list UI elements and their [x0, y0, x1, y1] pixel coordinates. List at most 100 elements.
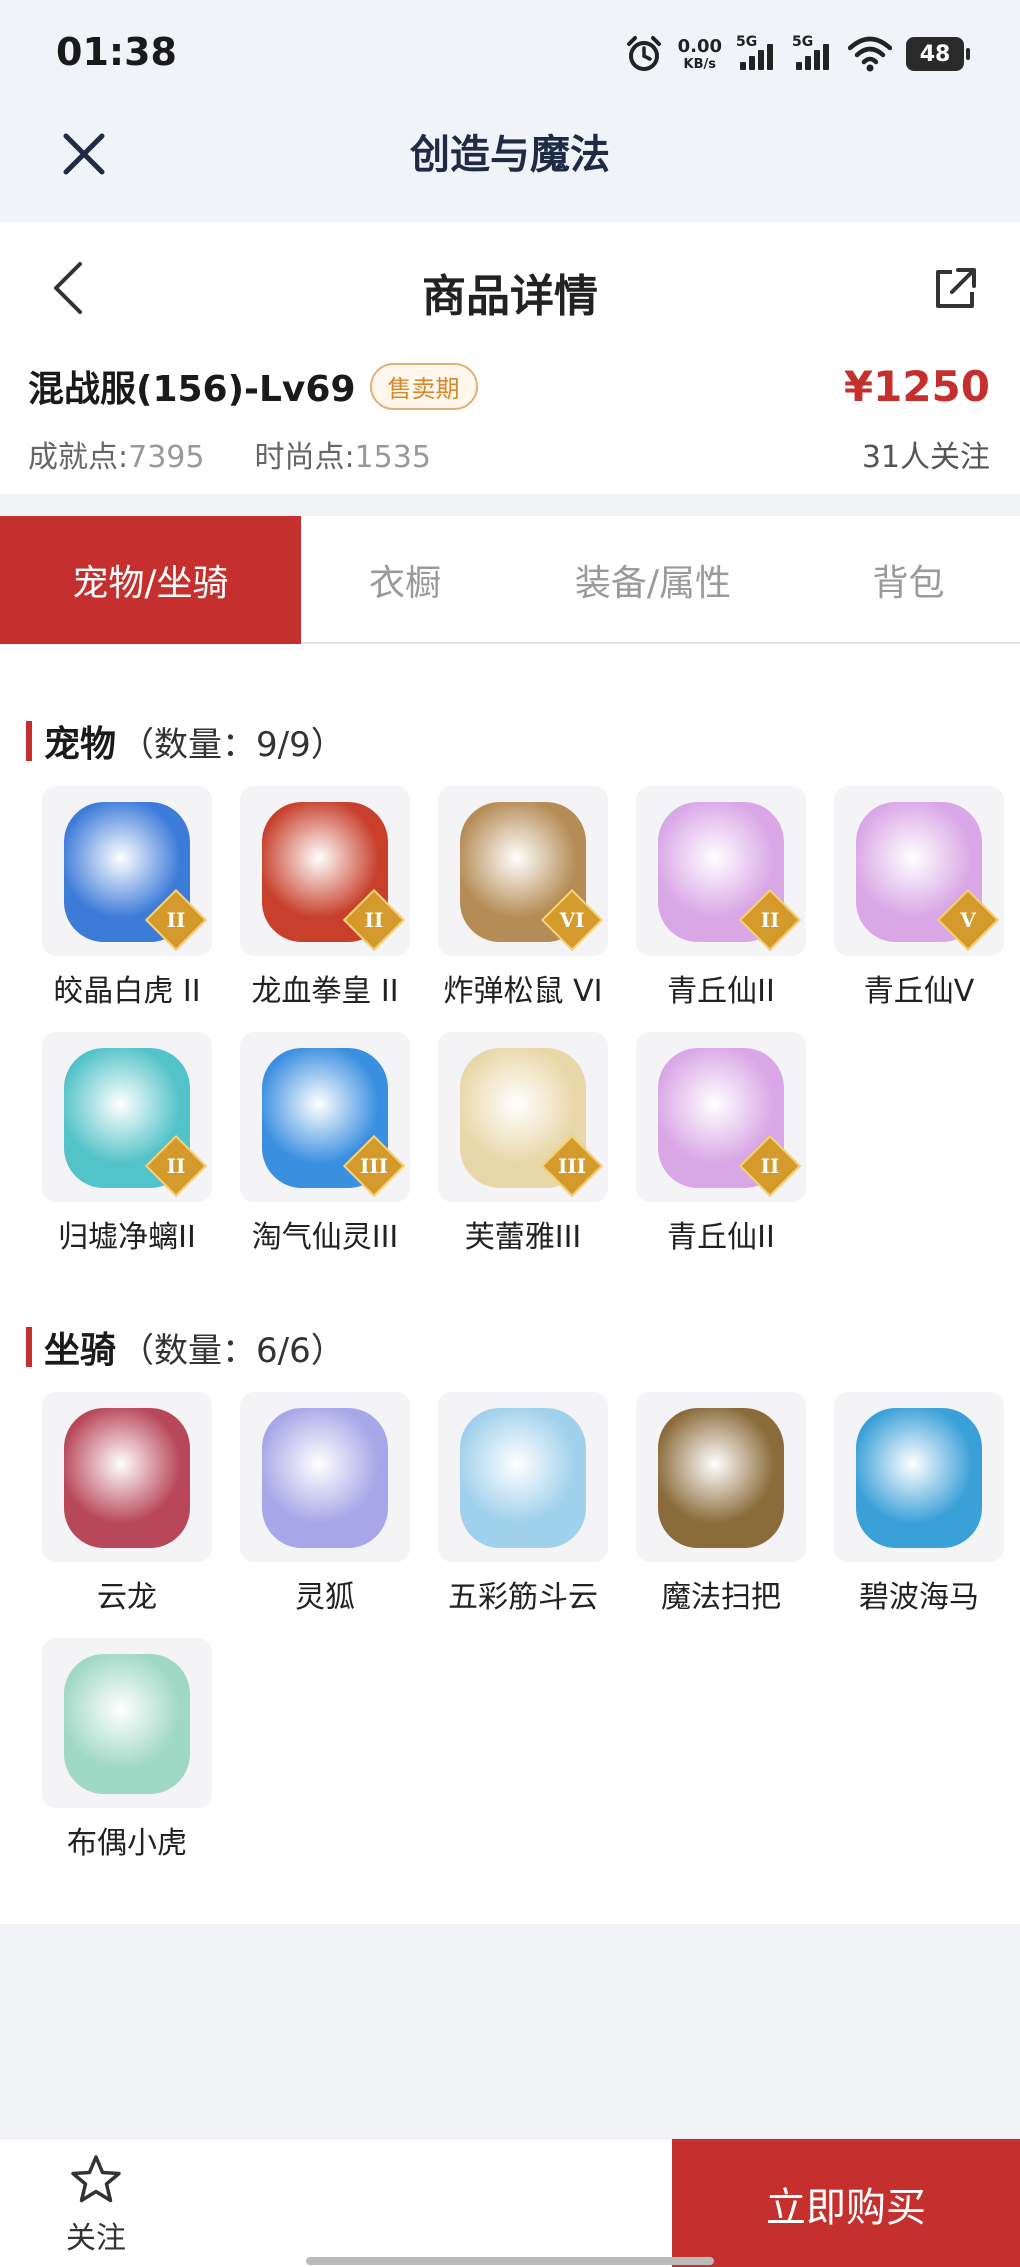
achieve-value: 7395	[128, 440, 205, 475]
rank-label: III	[359, 1154, 389, 1178]
follow-button[interactable]: 关注	[58, 2151, 134, 2257]
battery-icon: 48	[906, 37, 970, 71]
item-label: 龙血拳皇 II	[251, 974, 399, 1009]
item-label: 青丘仙II	[667, 974, 775, 1009]
pet-image: III	[438, 1032, 608, 1202]
item-label: 皎晶白虎 II	[53, 974, 201, 1009]
pets-section-title: 宠物 （数量：9/9）	[26, 716, 1020, 766]
wifi-icon	[848, 36, 892, 72]
mount-item[interactable]: 灵狐	[226, 1392, 424, 1638]
item-label: 布偶小虎	[67, 1826, 187, 1861]
star-icon	[71, 2155, 121, 2203]
section-marker	[26, 1327, 32, 1367]
item-art	[658, 1408, 784, 1548]
pet-item[interactable]: III 芙蕾雅III	[424, 1032, 622, 1278]
item-art	[64, 1654, 190, 1794]
buy-now-button[interactable]: 立即购买	[672, 2139, 1020, 2267]
mount-image	[240, 1392, 410, 1562]
item-label: 淘气仙灵III	[251, 1220, 399, 1255]
pet-item[interactable]: II 龙血拳皇 II	[226, 786, 424, 1032]
item-label: 炸弹松鼠 VI	[443, 974, 603, 1009]
tab-backpack[interactable]: 背包	[797, 516, 1020, 644]
mount-image	[438, 1392, 608, 1562]
rank-label: II	[364, 908, 384, 932]
tab-bar: 宠物/坐骑 衣橱 装备/属性 背包	[0, 516, 1020, 644]
item-label: 青丘仙V	[863, 974, 975, 1009]
net-speed-value: 0.00	[677, 35, 722, 57]
mount-item[interactable]: 布偶小虎	[28, 1638, 226, 1884]
mount-image	[42, 1638, 212, 1808]
product-price: ¥1250	[843, 362, 990, 411]
page-title: 商品详情	[422, 271, 598, 322]
fashion-value: 1535	[354, 440, 431, 475]
tab-content: 宠物 （数量：9/9） II 皎晶白虎 II II 龙血拳皇 II VI 炸弹松鼠 VI I…	[0, 644, 1020, 1924]
item-label: 归墟净螭II	[58, 1220, 196, 1255]
item-art	[64, 1408, 190, 1548]
app-title: 创造与魔法	[410, 132, 610, 178]
product-stats: 成就点:7395 时尚点:1535	[28, 432, 431, 476]
mount-image	[42, 1392, 212, 1562]
pet-item[interactable]: V 青丘仙V	[820, 786, 1018, 1032]
share-icon[interactable]	[930, 264, 980, 314]
signal-label-2: 5G	[792, 34, 814, 50]
pet-image: III	[240, 1032, 410, 1202]
mounts-grid: 云龙 灵狐 五彩筋斗云 魔法扫把 碧波海马布偶小虎	[0, 1372, 1020, 1884]
mount-item[interactable]: 碧波海马	[820, 1392, 1018, 1638]
pet-image: II	[636, 1032, 806, 1202]
item-label: 云龙	[97, 1580, 157, 1615]
home-indicator[interactable]	[306, 2257, 714, 2265]
item-label: 青丘仙II	[667, 1220, 775, 1255]
item-art	[262, 1408, 388, 1548]
item-label: 碧波海马	[859, 1580, 979, 1615]
rank-label: II	[760, 1154, 780, 1178]
item-art	[460, 1408, 586, 1548]
mount-item[interactable]: 云龙	[28, 1392, 226, 1638]
pets-title: 宠物	[44, 724, 117, 765]
pet-image: II	[636, 786, 806, 956]
rank-label: II	[760, 908, 780, 932]
pets-count: （数量：9/9）	[120, 724, 345, 765]
achieve-label: 成就点:	[28, 440, 129, 475]
mount-item[interactable]: 魔法扫把	[622, 1392, 820, 1638]
alarm-icon	[626, 36, 661, 71]
pet-item[interactable]: III 淘气仙灵III	[226, 1032, 424, 1278]
pet-image: V	[834, 786, 1004, 956]
pet-image: II	[240, 786, 410, 956]
divider	[0, 494, 1020, 516]
pet-image: II	[42, 1032, 212, 1202]
item-label: 芙蕾雅III	[464, 1220, 582, 1255]
rank-label: III	[557, 1154, 587, 1178]
pet-image: VI	[438, 786, 608, 956]
fashion-label: 时尚点:	[254, 440, 355, 475]
tab-equipment[interactable]: 装备/属性	[509, 516, 797, 644]
rank-label: II	[166, 908, 186, 932]
pet-item[interactable]: II 青丘仙II	[622, 1032, 820, 1278]
signal-label: 5G	[736, 34, 758, 50]
mounts-title: 坐骑	[44, 1330, 117, 1371]
tab-pets-mounts[interactable]: 宠物/坐骑	[0, 516, 301, 644]
pet-item[interactable]: VI 炸弹松鼠 VI	[424, 786, 622, 1032]
product-name: 混战服(156)-Lv69	[28, 369, 356, 410]
pet-item[interactable]: II 青丘仙II	[622, 786, 820, 1032]
item-art	[856, 1408, 982, 1548]
tab-wardrobe[interactable]: 衣橱	[301, 516, 509, 644]
bottom-bar: 关注 立即购买	[0, 2138, 1020, 2267]
rank-label: VI	[559, 908, 585, 932]
follow-label: 关注	[66, 2221, 126, 2256]
status-bar: 01:38 0.00 KB/s 5G 5G 48	[0, 0, 1020, 110]
product-page: 商品详情 混战服(156)-Lv69 售卖期 ¥1250 成就点:7395 时尚点…	[0, 222, 1020, 1924]
rank-label: II	[166, 1154, 186, 1178]
pets-grid: II 皎晶白虎 II II 龙血拳皇 II VI 炸弹松鼠 VI II 青丘仙II V 青丘仙V I…	[0, 766, 1020, 1278]
mount-item[interactable]: 五彩筋斗云	[424, 1392, 622, 1638]
nav-bar: 商品详情	[0, 222, 1020, 350]
mounts-section-title: 坐骑 （数量：6/6）	[26, 1322, 1020, 1372]
signal-icon-2: 5G	[792, 34, 834, 74]
status-time: 01:38	[56, 30, 177, 74]
pet-item[interactable]: II 皎晶白虎 II	[28, 786, 226, 1032]
product-info: 混战服(156)-Lv69 售卖期 ¥1250 成就点:7395 时尚点:1535…	[0, 350, 1020, 494]
pet-item[interactable]: II 归墟净螭II	[28, 1032, 226, 1278]
status-badge: 售卖期	[369, 362, 478, 410]
item-label: 五彩筋斗云	[448, 1580, 598, 1615]
item-label: 灵狐	[295, 1580, 355, 1615]
rank-label: V	[960, 908, 976, 932]
